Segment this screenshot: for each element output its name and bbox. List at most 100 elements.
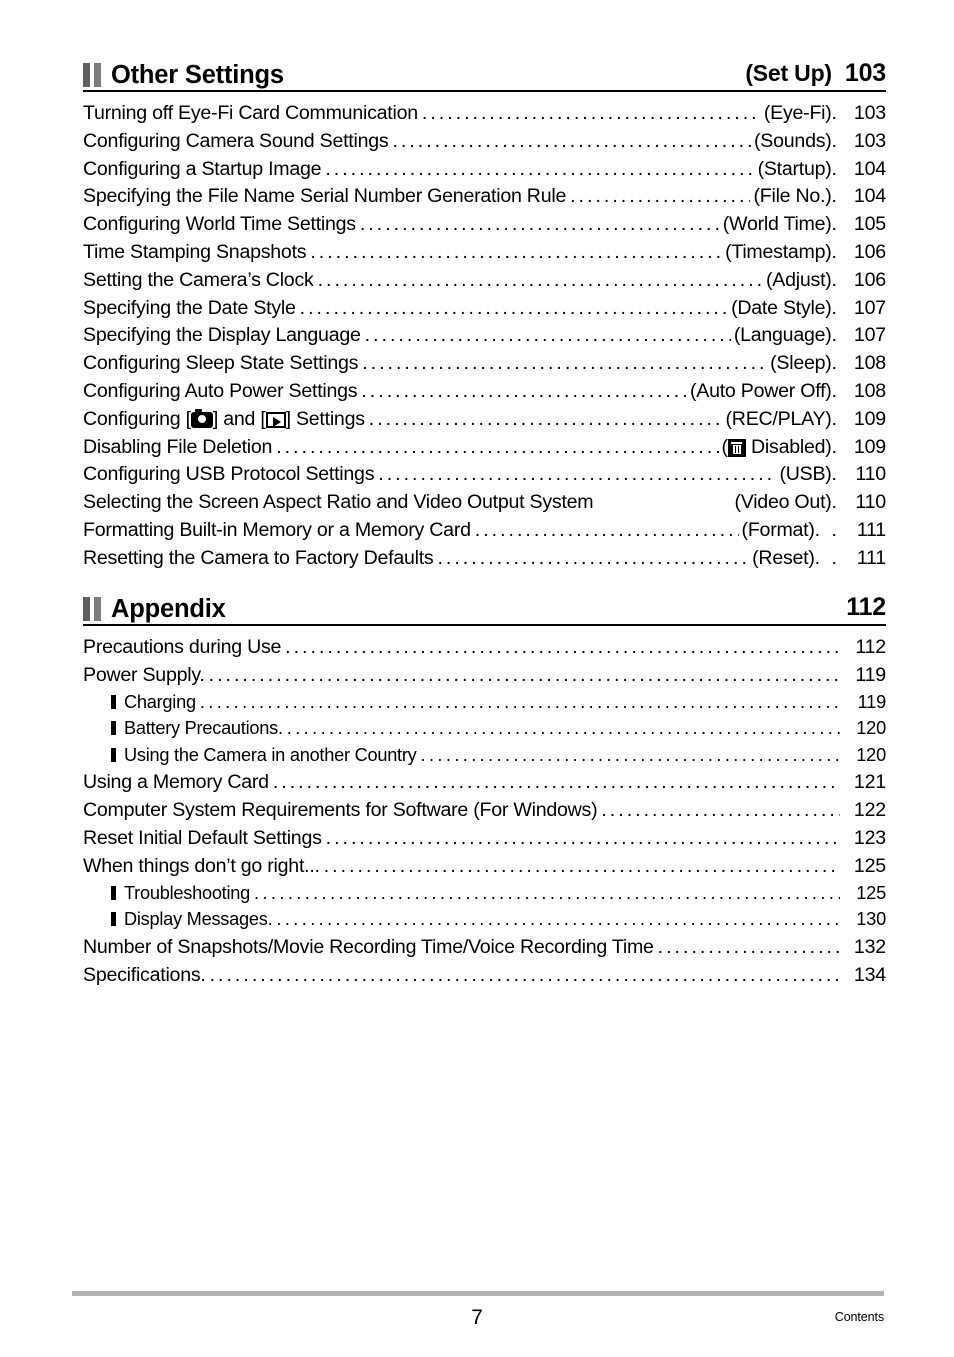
toc-entry[interactable]: Disabling File Deletion.................… bbox=[83, 436, 886, 464]
toc-dot-leader: ........................................… bbox=[437, 546, 750, 569]
toc-trailing-dots: . . bbox=[814, 518, 840, 541]
toc-entry[interactable]: Using a Memory Card.....................… bbox=[83, 771, 886, 799]
section-title: Appendix bbox=[111, 595, 226, 623]
toc-dot-leader: ........................................… bbox=[420, 744, 840, 765]
toc-entry-page-number: 108 bbox=[853, 352, 886, 375]
toc-entry-label: Power Supply. bbox=[83, 663, 205, 686]
toc-entry-label: Configuring Auto Power Settings bbox=[83, 379, 358, 402]
section-header-right: (Set Up) 103 bbox=[745, 59, 886, 88]
toc-entry[interactable]: Setting the Camera’s Clock..............… bbox=[83, 269, 886, 297]
bullet-icon bbox=[111, 885, 116, 900]
toc-entry-page-number: 109 bbox=[853, 407, 886, 430]
toc-dot-leader: ........................................… bbox=[657, 935, 840, 958]
toc-entry-page-number: 125 bbox=[856, 882, 886, 903]
toc-trailing-dots: . bbox=[831, 352, 840, 375]
toc-entry[interactable]: Selecting the Screen Aspect Ratio and Vi… bbox=[83, 491, 886, 519]
toc-entry[interactable]: Power Supply............................… bbox=[83, 664, 886, 692]
toc-entry-page-number: 112 bbox=[855, 636, 886, 658]
toc-dot-leader: ........................................… bbox=[368, 407, 723, 430]
toc-entry[interactable]: Time Stamping Snapshots.................… bbox=[83, 241, 886, 269]
toc-entry[interactable]: Configuring a Startup Image.............… bbox=[83, 158, 886, 186]
toc-dot-leader: ........................................… bbox=[276, 435, 718, 458]
section-header-left: Appendix bbox=[83, 596, 226, 622]
toc-entry-page-number: 110 bbox=[855, 491, 886, 514]
toc-trailing-dots: . bbox=[831, 407, 840, 430]
toc-entry-tag: ( Disabled) bbox=[721, 435, 832, 458]
toc-dot-leader: ........................................… bbox=[285, 636, 840, 658]
toc-entry-page-number: 104 bbox=[853, 185, 886, 208]
section-page-number: 103 bbox=[844, 59, 886, 87]
toc-entry-page-number: 134 bbox=[853, 963, 886, 986]
toc-entry[interactable]: Specifying the Display Language.........… bbox=[83, 324, 886, 352]
toc-entry-page-number: 119 bbox=[857, 691, 886, 712]
toc-entry-page-number: 106 bbox=[853, 268, 886, 291]
toc-entry-page-number: 107 bbox=[853, 296, 886, 319]
toc-entry-page-number: 122 bbox=[853, 799, 886, 822]
toc-entry[interactable]: Configuring Auto Power Settings.........… bbox=[83, 380, 886, 408]
toc-entry-label: Time Stamping Snapshots bbox=[83, 240, 307, 263]
toc-entry[interactable]: Number of Snapshots/Movie Recording Time… bbox=[83, 936, 886, 964]
toc-entry-tag: (REC/PLAY) bbox=[725, 407, 832, 430]
toc-dot-leader: ........................................… bbox=[378, 463, 776, 486]
toc-entry[interactable]: Troubleshooting.........................… bbox=[83, 883, 886, 910]
toc-dot-leader: ........................................… bbox=[325, 826, 840, 849]
section-header: Appendix 112 bbox=[83, 582, 886, 626]
toc-entry-label: Configuring a Startup Image bbox=[83, 157, 322, 180]
toc-dot-leader: ........................................… bbox=[362, 352, 768, 375]
toc-dot-leader: ........................................… bbox=[323, 854, 840, 877]
toc-entry[interactable]: Configuring World Time Settings.........… bbox=[83, 213, 886, 241]
toc-entry[interactable]: Charging................................… bbox=[83, 692, 886, 719]
bullet-icon bbox=[111, 721, 116, 736]
toc-entry[interactable]: Formatting Built-in Memory or a Memory C… bbox=[83, 519, 886, 547]
toc-entry[interactable]: Precautions during Use..................… bbox=[83, 636, 886, 664]
toc-entry[interactable]: Configuring [] and [] Settings..........… bbox=[83, 408, 886, 436]
toc-entry[interactable]: Display Messages........................… bbox=[83, 909, 886, 936]
toc-entry[interactable]: Battery Precautions.....................… bbox=[83, 718, 886, 745]
toc-entry[interactable]: Specifying the Date Style...............… bbox=[83, 297, 886, 325]
toc-entry-page-number: 108 bbox=[853, 379, 886, 402]
bullet-icon bbox=[111, 747, 116, 762]
toc-entry-label: Configuring Camera Sound Settings bbox=[83, 129, 389, 152]
section-title: Other Settings bbox=[111, 61, 284, 89]
toc-entry[interactable]: Specifying the File Name Serial Number G… bbox=[83, 185, 886, 213]
toc-entry-tag: (Timestamp) bbox=[725, 240, 832, 263]
toc-entry-label: When things don’t go right... bbox=[83, 854, 320, 877]
toc-entry-page-number: 123 bbox=[853, 826, 886, 849]
section-tag: (Set Up) bbox=[745, 60, 832, 86]
toc-entry-label: Specifying the Display Language bbox=[83, 324, 361, 347]
toc-entry-tag: (File No.) bbox=[753, 185, 832, 208]
toc-entry[interactable]: Configuring USB Protocol Settings.......… bbox=[83, 463, 886, 491]
toc-entry[interactable]: When things don’t go right..............… bbox=[83, 855, 886, 883]
toc-entry-page-number: 110 bbox=[855, 463, 886, 486]
document-page: Other Settings (Set Up) 103 Turning off … bbox=[0, 0, 954, 1357]
camera-icon bbox=[190, 409, 213, 428]
section-header-right: 112 bbox=[833, 593, 886, 622]
toc-entry-page-number: 132 bbox=[853, 935, 886, 958]
toc-dot-leader: ........................................… bbox=[317, 268, 763, 291]
toc-entry[interactable]: Computer System Requirements for Softwar… bbox=[83, 799, 886, 827]
toc-entry[interactable]: Using the Camera in another Country.....… bbox=[83, 745, 886, 772]
toc-entry-label: Specifying the Date Style bbox=[83, 296, 296, 319]
toc-entry-label: Configuring World Time Settings bbox=[83, 213, 356, 236]
toc-entry-page-number: 106 bbox=[853, 240, 886, 263]
toc-entry[interactable]: Configuring Camera Sound Settings.......… bbox=[83, 130, 886, 158]
toc-trailing-dots: . bbox=[831, 324, 840, 347]
toc-entry[interactable]: Specifications..........................… bbox=[83, 964, 886, 992]
toc-entry-page-number: 130 bbox=[856, 909, 886, 930]
toc-entry-label: Configuring Sleep State Settings bbox=[83, 352, 359, 375]
toc-dot-leader: ........................................… bbox=[208, 663, 840, 686]
toc-trailing-dots: . bbox=[831, 157, 840, 180]
toc-entry-page-number: 107 bbox=[853, 324, 886, 347]
toc-trailing-dots: . bbox=[831, 185, 840, 208]
toc-entry[interactable]: Reset Initial Default Settings..........… bbox=[83, 827, 886, 855]
toc-entry-label: Charging bbox=[124, 691, 196, 712]
toc-entry-page-number: 120 bbox=[856, 744, 886, 765]
toc-entry[interactable]: Turning off Eye-Fi Card Communication...… bbox=[83, 102, 886, 130]
toc-entry-tag: (Adjust) bbox=[766, 268, 832, 291]
toc-entry-label: Troubleshooting bbox=[124, 882, 251, 903]
toc-entry-tag: (Sleep) bbox=[770, 352, 832, 375]
toc-entry-page-number: 111 bbox=[856, 546, 886, 569]
toc-entry[interactable]: Resetting the Camera to Factory Defaults… bbox=[83, 547, 886, 575]
trash-icon bbox=[727, 438, 746, 457]
toc-entry[interactable]: Configuring Sleep State Settings........… bbox=[83, 352, 886, 380]
